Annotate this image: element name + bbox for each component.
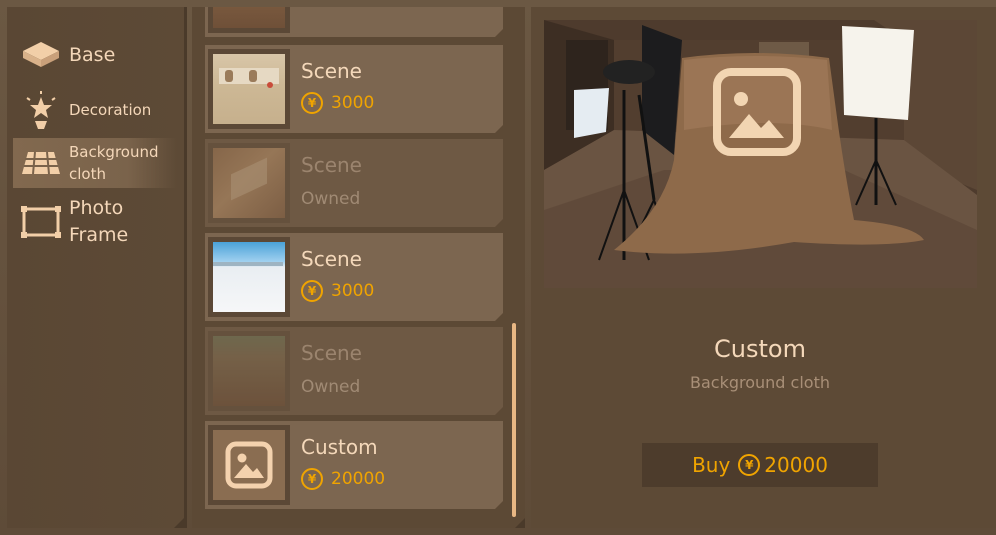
category-background-cloth-label: Background cloth: [69, 143, 159, 183]
category-photo-frame-label: Photo Frame: [69, 197, 129, 246]
buy-button[interactable]: Buy ¥ 20000: [642, 443, 878, 487]
list-item-scene-4[interactable]: Scene Owned: [205, 327, 503, 415]
item-thumbnail: [208, 237, 290, 317]
item-thumbnail: [208, 7, 290, 33]
decoration-star-icon: [13, 85, 69, 135]
item-owned-status: Owned: [301, 377, 361, 397]
list-item-scene-3[interactable]: Scene ¥ 3000: [205, 233, 503, 321]
photo-frame-icon: [13, 197, 69, 247]
coin-icon: ¥: [301, 92, 323, 114]
category-background-cloth[interactable]: Background cloth: [13, 138, 177, 188]
image-icon: [224, 440, 274, 490]
item-name: Scene: [301, 153, 362, 177]
buy-button-label: Buy: [692, 453, 731, 477]
item-price: ¥ 3000: [301, 92, 374, 114]
item-name: Scene: [301, 59, 362, 83]
preview-image: [544, 20, 977, 288]
base-tile-icon: [13, 30, 69, 80]
buy-button-price: 20000: [764, 453, 828, 477]
item-price: ¥ 20000: [301, 468, 385, 490]
category-decoration[interactable]: Decoration: [13, 85, 177, 135]
item-price: ¥ 3000: [301, 280, 374, 302]
detail-subtitle: Background cloth: [690, 373, 830, 392]
item-price-value: 3000: [331, 281, 375, 301]
category-panel: Base Decoration Background cloth Photo F…: [7, 7, 187, 528]
item-thumbnail: [208, 143, 290, 223]
item-thumbnail: [208, 331, 290, 411]
item-owned-status: Owned: [301, 189, 361, 209]
item-thumbnail: [208, 49, 290, 129]
item-thumbnail: [208, 425, 290, 505]
item-name: Custom: [301, 435, 378, 459]
category-decoration-label: Decoration: [69, 101, 152, 119]
category-base-label: Base: [69, 43, 116, 66]
list-item-custom[interactable]: Custom ¥ 20000: [205, 421, 503, 509]
list-scrollbar[interactable]: [512, 323, 516, 517]
category-base[interactable]: Base: [13, 30, 177, 80]
coin-icon: ¥: [738, 454, 761, 476]
list-item-scene-2[interactable]: Scene Owned: [205, 139, 503, 227]
item-price-value: 3000: [331, 93, 375, 113]
coin-icon: ¥: [301, 468, 323, 490]
background-cloth-icon: [13, 138, 69, 188]
list-item-partial[interactable]: [205, 7, 503, 37]
detail-panel: Custom Background cloth Buy ¥ 20000: [531, 7, 996, 528]
coin-icon: ¥: [301, 280, 323, 302]
detail-title: Custom: [714, 335, 806, 363]
item-price-value: 20000: [331, 469, 386, 489]
item-name: Scene: [301, 247, 362, 271]
list-item-scene-1[interactable]: Scene ¥ 3000: [205, 45, 503, 133]
item-list-panel: Scene ¥ 3000 Scene Owned Scene ¥ 3000 Sc…: [192, 7, 525, 528]
item-name: Scene: [301, 341, 362, 365]
category-photo-frame[interactable]: Photo Frame: [13, 195, 177, 249]
